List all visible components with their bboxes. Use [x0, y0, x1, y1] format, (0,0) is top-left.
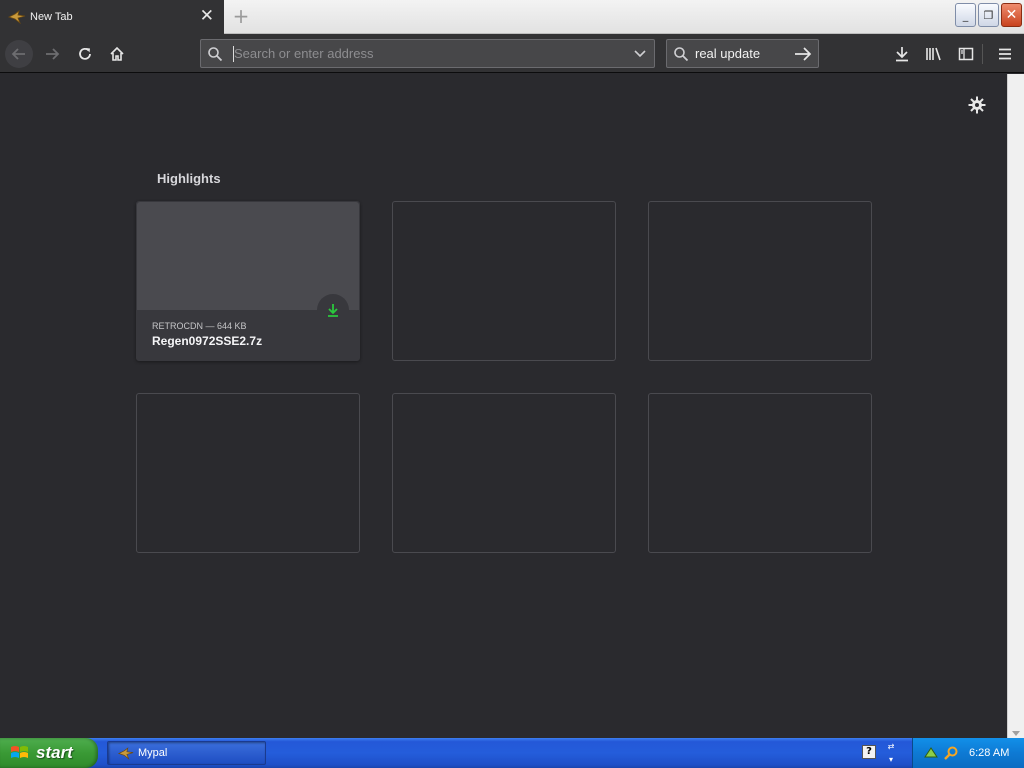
- download-icon: [896, 47, 908, 62]
- navigation-toolbar: real update: [0, 34, 1024, 73]
- reload-button[interactable]: [71, 40, 99, 68]
- url-bar[interactable]: [200, 39, 655, 68]
- highlight-card-empty: [648, 201, 872, 361]
- back-button[interactable]: [5, 40, 33, 68]
- taskbar-item-label: Mypal: [138, 747, 168, 759]
- forward-arrow-icon: [46, 48, 60, 60]
- scroll-down-arrow-icon[interactable]: [1012, 731, 1020, 736]
- search-icon[interactable]: [943, 745, 959, 761]
- card-source-size: RETROCDN — 644 KB: [152, 321, 247, 331]
- reload-icon: [79, 47, 91, 60]
- vertical-scrollbar[interactable]: [1007, 74, 1024, 738]
- restore-button[interactable]: ❐: [978, 3, 999, 27]
- downloads-button[interactable]: [888, 40, 916, 68]
- new-tab-button[interactable]: +: [230, 3, 252, 29]
- highlight-card-empty: [648, 393, 872, 553]
- address-input[interactable]: [234, 42, 626, 65]
- highlight-card-empty: [136, 393, 360, 553]
- tab-strip: New Tab ✕ + _ ❐ ✕: [0, 0, 1024, 34]
- sidebar-icon: [958, 47, 974, 61]
- search-query-text[interactable]: real update: [695, 46, 788, 61]
- forward-button[interactable]: [38, 40, 66, 68]
- home-button[interactable]: [103, 40, 131, 68]
- highlight-card-empty: [392, 393, 616, 553]
- highlight-card-download[interactable]: RETROCDN — 644 KB Regen0972SSE2.7z: [136, 201, 360, 361]
- tab-new-tab[interactable]: New Tab ✕: [0, 0, 224, 34]
- system-tray: 6:28 AM: [912, 738, 1024, 768]
- sidebar-button[interactable]: [952, 40, 980, 68]
- search-go-arrow-icon[interactable]: [788, 46, 818, 61]
- clock: 6:28 AM: [969, 747, 1010, 759]
- back-arrow-icon: [11, 48, 25, 60]
- home-icon: [110, 46, 124, 61]
- search-icon: [201, 46, 229, 62]
- close-window-button[interactable]: ✕: [1001, 3, 1022, 27]
- taskbar-item-mypal[interactable]: Mypal: [107, 741, 266, 765]
- library-button[interactable]: [920, 40, 948, 68]
- card-thumbnail: [137, 202, 359, 310]
- minimize-button[interactable]: _: [955, 3, 976, 27]
- help-icon[interactable]: ?: [862, 745, 876, 759]
- windows-logo-icon: [11, 746, 28, 758]
- language-bar-arrows-icon[interactable]: ⇄ ▾: [886, 742, 896, 764]
- search-icon: [667, 46, 695, 62]
- tab-title: New Tab: [30, 11, 73, 23]
- start-label: start: [36, 743, 73, 762]
- network-shield-icon[interactable]: [923, 745, 939, 761]
- search-bar[interactable]: real update: [666, 39, 819, 68]
- highlights-heading: Highlights: [157, 171, 221, 186]
- mypal-logo-icon: [8, 10, 26, 24]
- start-button[interactable]: start: [0, 738, 98, 768]
- card-filename: Regen0972SSE2.7z: [152, 334, 263, 348]
- settings-gear-icon[interactable]: [966, 94, 988, 116]
- hamburger-menu-icon: [999, 48, 1011, 60]
- download-icon: [317, 294, 349, 326]
- library-icon: [926, 47, 941, 61]
- url-dropdown-chevron-icon[interactable]: [626, 49, 654, 59]
- new-tab-page: Highlights RETROCDN — 644 KB Regen0972SS…: [0, 74, 1007, 738]
- menu-button[interactable]: [991, 40, 1019, 68]
- toolbar-divider: [982, 44, 983, 64]
- taskbar: start Mypal ? ⇄ ▾ 6:28 AM: [0, 738, 1024, 768]
- mypal-logo-icon: [118, 746, 134, 760]
- tab-close-icon[interactable]: ✕: [200, 8, 214, 25]
- highlight-card-empty: [392, 201, 616, 361]
